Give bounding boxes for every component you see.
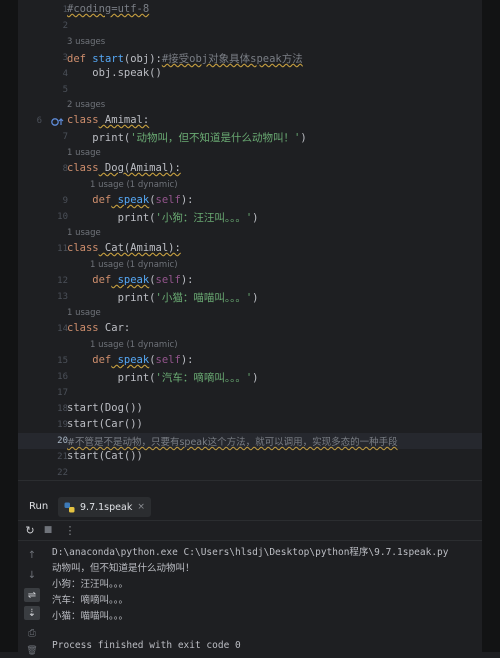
line-number: 5	[62, 85, 68, 95]
console-output-line: 汽车：嘀嘀叫。。。	[52, 595, 129, 606]
code-line: print('动物叫，但不知道是什么动物叫！')	[67, 132, 307, 144]
line-number: 10	[57, 212, 68, 222]
usage-hint[interactable]: 2 usages	[67, 100, 105, 110]
usage-hint[interactable]: 1 usage	[67, 228, 101, 238]
usage-hint[interactable]: 1 usage	[67, 308, 101, 318]
line-number: 8	[62, 164, 68, 174]
code-line: start(Cat())	[67, 450, 143, 462]
line-number: 7	[62, 132, 68, 142]
usage-hint[interactable]: 1 usage (1 dynamic)	[90, 180, 178, 190]
stop-icon[interactable]: ■	[40, 522, 56, 538]
code-line: class Dog(Amimal):	[67, 162, 181, 174]
code-line: obj.speak()	[67, 67, 162, 79]
console-output-line: 小猫：喵喵叫。。。	[52, 611, 129, 622]
line-number: 4	[62, 69, 68, 79]
code-line: def speak(self):	[67, 194, 194, 206]
line-number: 6	[36, 116, 42, 126]
line-number: 2	[62, 21, 68, 31]
line-number: 18	[57, 404, 68, 414]
console-output-line: 小狗：汪汪叫。。。	[52, 579, 129, 590]
code-line: print('小狗：汪汪叫。。。')	[67, 212, 259, 224]
overridden-method-gutter-icon[interactable]	[50, 116, 66, 128]
print-icon[interactable]: ⎙	[24, 626, 40, 640]
code-line: print('汽车：嘀嘀叫。。。')	[67, 372, 259, 384]
run-side-toolbar: ↑ ↓ ⇌ ⇣ ⎙ 🗑	[18, 540, 46, 656]
trash-icon[interactable]: 🗑	[24, 644, 40, 658]
code-line: start(Dog())	[67, 402, 143, 414]
code-line: def speak(self):	[67, 354, 194, 366]
code-line: #coding=utf-8	[67, 3, 150, 15]
python-file-icon	[64, 502, 75, 512]
line-number: 17	[57, 388, 68, 398]
run-title[interactable]: Run	[29, 501, 48, 512]
usage-hint[interactable]: 3 usages	[67, 37, 105, 47]
line-number: 22	[57, 468, 68, 478]
close-icon[interactable]: ×	[137, 502, 145, 512]
line-number: 13	[57, 292, 68, 302]
more-options-icon[interactable]: ⋮	[62, 522, 78, 538]
console-command-line: D:\anaconda\python.exe C:\Users\hlsdj\De…	[52, 547, 449, 558]
line-number: 19	[57, 420, 68, 430]
code-line: class Cat(Amimal):	[67, 242, 181, 254]
usage-hint[interactable]: 1 usage	[67, 148, 101, 158]
window-left-border	[0, 0, 18, 652]
run-tab-label: 9.7.1speak	[80, 501, 133, 513]
code-line: class Amimal:	[67, 114, 150, 126]
code-line: class Car:	[67, 322, 131, 334]
run-config-tab[interactable]: 9.7.1speak ×	[58, 497, 151, 517]
rerun-icon[interactable]: ↻	[22, 522, 38, 538]
console-output-line: 动物叫，但不知道是什么动物叫！	[52, 563, 195, 574]
panel-gap	[18, 481, 482, 494]
window-right-border	[482, 0, 500, 652]
down-stack-icon[interactable]: ↓	[24, 568, 40, 582]
code-editor[interactable]: 1 2 3 4 5 6 7 8 9 10 11 12 13 14 15 16 1…	[18, 0, 482, 480]
run-toolbar: ↻ ■ ⋮	[18, 520, 482, 541]
line-number: 16	[57, 372, 68, 382]
code-line: def start(obj):#接受obj对象具体speak方法	[67, 53, 303, 65]
line-number: 3	[62, 53, 68, 63]
code-line: def speak(self):	[67, 274, 194, 286]
run-header: Run 9.7.1speak ×	[18, 494, 482, 521]
line-number: 11	[57, 244, 68, 254]
code-line-comment: #不管是不是动物，只要有speak这个方法，就可以调用，实现多态的一种手段	[67, 437, 398, 448]
line-number-active: 20	[57, 436, 68, 446]
soft-wrap-icon[interactable]: ⇌	[24, 588, 40, 602]
line-number: 12	[57, 276, 68, 286]
up-stack-icon[interactable]: ↑	[24, 548, 40, 562]
line-number: 9	[62, 196, 68, 206]
usage-hint[interactable]: 1 usage (1 dynamic)	[90, 260, 178, 270]
code-line: print('小猫：喵喵叫。。。')	[67, 292, 259, 304]
scroll-to-end-icon[interactable]: ⇣	[24, 606, 40, 620]
line-number: 14	[57, 324, 68, 334]
code-line: start(Car())	[67, 418, 143, 430]
usage-hint[interactable]: 1 usage (1 dynamic)	[90, 340, 178, 350]
run-tool-window: Run 9.7.1speak × ↻ ■ ⋮ ↑ ↓ ⇌ ⇣ ⎙ 🗑 D:\an…	[18, 494, 482, 656]
line-number: 15	[57, 356, 68, 366]
line-number: 1	[62, 5, 68, 15]
console-exit-line: Process finished with exit code 0	[52, 640, 241, 651]
line-number: 21	[57, 452, 68, 462]
